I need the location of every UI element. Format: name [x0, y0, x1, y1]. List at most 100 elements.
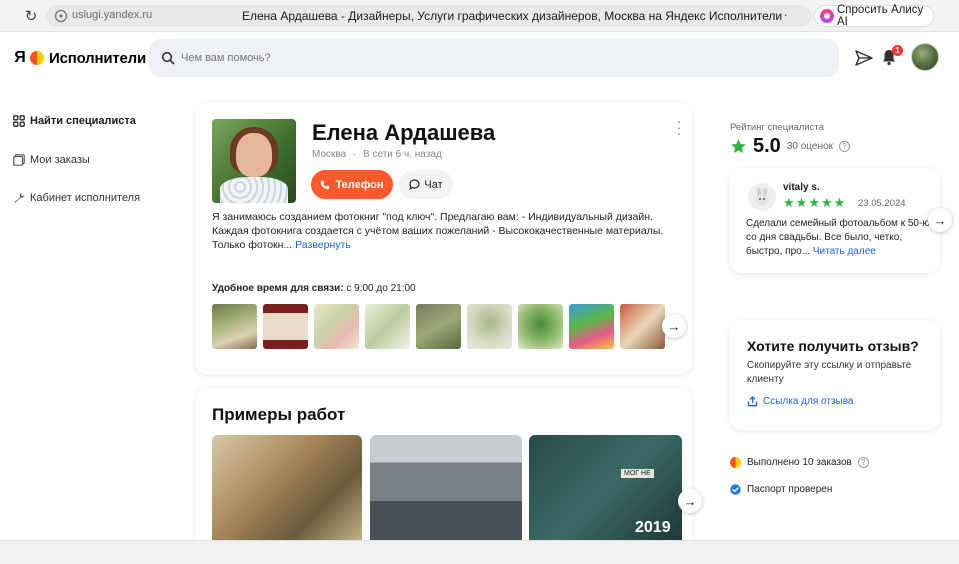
online-status: В сети 6 ч. назад [363, 149, 442, 160]
chat-icon [409, 179, 420, 190]
example-photobook-3[interactable]: МОГ НЕ 2019 [529, 435, 682, 545]
star-icon: ★ [833, 195, 846, 210]
portfolio-thumbnail[interactable] [212, 304, 257, 349]
review-stars: ★ ★ ★ ★ ★ [783, 196, 845, 209]
portfolio-thumbnail[interactable] [620, 304, 665, 349]
rating-summary: 5.0 30 оценок ? [730, 135, 850, 158]
user-avatar[interactable] [911, 43, 939, 71]
rating-label: Рейтинг специалиста [730, 122, 824, 133]
passport-verified: Паспорт проверен [730, 484, 832, 495]
logo-circle-icon [730, 457, 741, 468]
get-review-title: Хотите получить отзыв? [747, 338, 919, 354]
kebab-menu-icon[interactable]: · · · [675, 114, 683, 140]
portfolio-thumbnail[interactable] [263, 304, 308, 349]
sidebar-item-label: Найти специалиста [30, 115, 136, 127]
site-info-icon[interactable] [54, 9, 68, 23]
orders-completed-text: Выполнено 10 заказов [747, 457, 852, 468]
address-bar[interactable]: uslugi.yandex.ru Елена Ардашева - Дизайн… [46, 5, 850, 27]
examples-next-arrow-icon[interactable]: → [678, 489, 702, 513]
sidebar-item-label: Кабинет исполнителя [30, 192, 141, 204]
example-tag: МОГ НЕ [621, 469, 654, 478]
photo-face [236, 133, 272, 177]
passport-verified-text: Паспорт проверен [747, 484, 833, 495]
sidebar-item-label: Мои заказы [30, 154, 90, 166]
share-icon [747, 396, 758, 407]
profile-photo[interactable] [212, 119, 296, 203]
help-icon[interactable]: ? [838, 141, 850, 152]
portfolio-thumbnail[interactable] [467, 304, 512, 349]
profile-card: Елена Ардашева Москва · В сети 6 ч. наза… [195, 102, 692, 374]
example-photobook-2[interactable] [370, 435, 522, 545]
send-icon[interactable] [855, 50, 873, 66]
notification-badge: 1 [892, 45, 903, 56]
review-text: Сделали семейный фотоальбом к 50-ю со дн… [746, 217, 932, 259]
get-review-card: Хотите получить отзыв? Скопируйте эту сс… [730, 320, 940, 430]
more-icon[interactable]: ··· [772, 6, 789, 22]
example-photobook-1[interactable] [212, 435, 362, 545]
portfolio-thumbnail[interactable] [569, 304, 614, 349]
logo-ya: Я [14, 49, 26, 66]
review-link-label: Ссылка для отзыва [763, 396, 854, 407]
search-input[interactable] [181, 49, 781, 67]
photo-dress [220, 177, 288, 203]
reviewer-avatar [748, 183, 776, 211]
specialist-description: Я занимаюсь созданием фотокниг "под ключ… [212, 210, 670, 252]
star-icon: ★ [808, 195, 820, 210]
specialist-meta: Москва · В сети 6 ч. назад [312, 149, 442, 160]
sidebar-item-my-orders[interactable]: Мои заказы [13, 154, 90, 166]
review-card[interactable]: vitaly s. ★ ★ ★ ★ ★ 23.05.2024 Сделали семей… [730, 168, 940, 273]
ask-alice-label: Спросить Алису AI [837, 4, 924, 28]
hours-label: Удобное время для связи: [212, 283, 344, 294]
chat-button-label: Чат [424, 178, 443, 191]
help-icon[interactable]: ? [857, 457, 869, 468]
sidebar-item-performer-cabinet[interactable]: Кабинет исполнителя [13, 192, 140, 204]
specialist-name: Елена Ардашева [312, 120, 496, 145]
contact-hours: Удобное время для связи: с 9:00 до 21:00 [212, 283, 416, 294]
portfolio-thumbnail[interactable] [416, 304, 461, 349]
tab-title: Елена Ардашева - Дизайнеры, Услуги графи… [242, 9, 783, 23]
examples-title: Примеры работ [212, 405, 346, 424]
portfolio-thumbnail[interactable] [314, 304, 359, 349]
review-date: 23.05.2024 [858, 198, 906, 209]
portfolio-thumbnail[interactable] [518, 304, 563, 349]
logo-text: Исполнители [49, 49, 147, 67]
review-link-button[interactable]: Ссылка для отзыва [747, 396, 854, 407]
search-bar[interactable] [149, 39, 839, 77]
reviews-next-arrow-icon[interactable]: → [928, 208, 952, 232]
rating-value: 5.0 [753, 135, 781, 157]
phone-button[interactable]: Телефон [311, 170, 393, 199]
star-icon [731, 139, 746, 153]
orders-completed: Выполнено 10 заказов ? [730, 457, 869, 468]
rating-count: 30 оценок [786, 141, 833, 152]
url-text: uslugi.yandex.ru [72, 9, 153, 21]
rabbit-icon [756, 187, 768, 206]
star-icon: ★ [783, 195, 795, 210]
portfolio-thumbnails [212, 304, 672, 350]
city: Москва [312, 149, 347, 160]
grid-icon [13, 115, 25, 127]
verified-icon [730, 484, 741, 495]
examples-card: Примеры работ МОГ НЕ 2019 → [195, 388, 702, 548]
reviewer-name: vitaly s. [783, 182, 820, 193]
sidebar-item-find-specialist[interactable]: Найти специалиста [13, 115, 136, 127]
site-header: Я Исполнители 1 [0, 32, 959, 86]
logo-circle-icon [30, 51, 44, 65]
sidebar: Найти специалиста Мои заказы Кабинет исп… [0, 86, 180, 546]
phone-button-label: Телефон [335, 178, 384, 191]
expand-link[interactable]: Развернуть [295, 239, 351, 251]
phone-icon [321, 180, 330, 189]
read-more-link[interactable]: Читать далее [813, 246, 876, 257]
star-icon: ★ [820, 195, 833, 210]
logo[interactable]: Я Исполнители [12, 49, 146, 67]
reload-icon[interactable]: ↻ [22, 7, 40, 25]
search-icon [161, 51, 175, 65]
wrench-icon [13, 192, 25, 204]
ask-alice-button[interactable]: Спросить Алису AI [814, 4, 934, 28]
chat-button[interactable]: Чат [399, 170, 453, 199]
thumbnails-next-arrow-icon[interactable]: → [662, 314, 686, 338]
get-review-subtitle: Скопируйте эту ссылку и отправьте клиент… [747, 360, 912, 385]
portfolio-thumbnail[interactable] [365, 304, 410, 349]
example-year: 2019 [635, 519, 671, 536]
alice-icon [820, 9, 834, 23]
hours-value: с 9:00 до 21:00 [346, 283, 416, 294]
